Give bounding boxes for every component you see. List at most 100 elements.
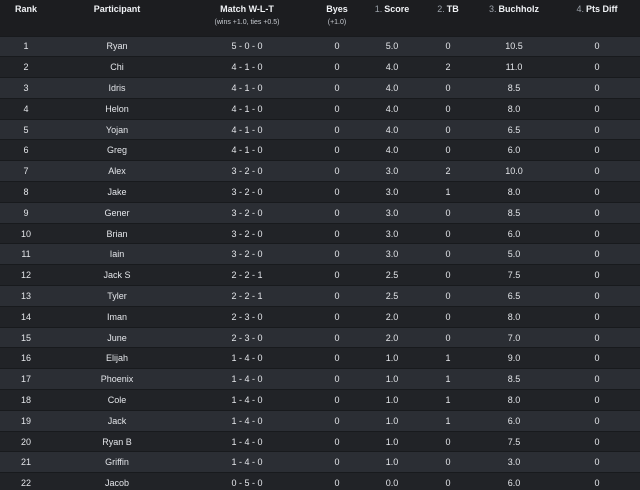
table-row: 17 Phoenix 1 - 4 - 0 0 1.0 1 8.5 0 <box>0 368 640 390</box>
participant-cell[interactable]: Yojan <box>52 118 182 140</box>
pts-diff-cell: 0 <box>554 56 640 78</box>
participant-cell[interactable]: Tyler <box>52 285 182 307</box>
participant-cell[interactable]: Iain <box>52 243 182 265</box>
table-row: 19 Jack 1 - 4 - 0 0 1.0 1 6.0 0 <box>0 409 640 432</box>
pts-diff-cell: 0 <box>554 181 640 203</box>
pts-diff-cell: 0 <box>554 409 640 432</box>
participant-cell[interactable]: Gener <box>52 201 182 224</box>
pts-diff-cell: 0 <box>554 285 640 307</box>
header-pts-diff-number: 4. <box>576 4 584 14</box>
byes-cell: 0 <box>312 472 362 490</box>
buchholz-cell: 8.0 <box>474 97 554 120</box>
header-match-subtitle: (wins +1.0, ties +0.5) <box>214 19 280 26</box>
buchholz-cell: 6.0 <box>474 409 554 432</box>
participant-cell[interactable]: Ryan <box>52 35 182 57</box>
pts-diff-cell: 0 <box>554 472 640 490</box>
participant-cell[interactable]: Griffin <box>52 451 182 473</box>
table-row: 14 Iman 2 - 3 - 0 0 2.0 0 8.0 0 <box>0 305 640 328</box>
participant-cell[interactable]: Jake <box>52 181 182 203</box>
match-record-cell: 3 - 2 - 0 <box>182 201 312 224</box>
table-row: 2 Chi 4 - 1 - 0 0 4.0 2 11.0 0 <box>0 56 640 78</box>
participant-cell[interactable]: Greg <box>52 139 182 161</box>
score-cell: 1.0 <box>362 368 422 390</box>
participant-cell[interactable]: Jack <box>52 409 182 432</box>
header-buchholz-number: 3. <box>488 4 497 14</box>
participant-cell[interactable]: Brian <box>52 222 182 244</box>
participant-cell[interactable]: Cole <box>52 389 182 411</box>
header-tb-number: 2. <box>437 4 445 14</box>
buchholz-cell: 7.5 <box>474 264 554 286</box>
tb-cell: 0 <box>422 305 474 328</box>
header-participant[interactable]: Participant <box>52 0 182 36</box>
rank-cell: 10 <box>0 222 52 244</box>
header-score[interactable]: 1. Score <box>362 0 422 36</box>
rank-cell: 20 <box>0 430 52 452</box>
participant-cell[interactable]: Iman <box>52 305 182 328</box>
header-buchholz[interactable]: 3. Buchholz <box>474 0 554 36</box>
table-row: 6 Greg 4 - 1 - 0 0 4.0 0 6.0 0 <box>0 139 640 161</box>
byes-cell: 0 <box>312 139 362 161</box>
tb-cell: 0 <box>422 451 474 473</box>
buchholz-cell: 6.0 <box>474 222 554 244</box>
score-cell: 3.0 <box>362 181 422 203</box>
score-cell: 4.0 <box>362 77 422 99</box>
participant-cell[interactable]: Alex <box>52 160 182 182</box>
header-match[interactable]: Match W-L-T (wins +1.0, ties +0.5) <box>182 0 312 36</box>
table-row: 16 Elijah 1 - 4 - 0 0 1.0 1 9.0 0 <box>0 347 640 369</box>
byes-cell: 0 <box>312 285 362 307</box>
tb-cell: 0 <box>422 222 474 244</box>
rank-cell: 15 <box>0 326 52 348</box>
rank-cell: 16 <box>0 347 52 369</box>
participant-cell[interactable]: Phoenix <box>52 368 182 390</box>
participant-cell[interactable]: June <box>52 326 182 348</box>
pts-diff-cell: 0 <box>554 368 640 390</box>
score-cell: 1.0 <box>362 451 422 473</box>
header-pts-diff[interactable]: 4. Pts Diff <box>554 0 640 36</box>
participant-cell[interactable]: Helon <box>52 97 182 120</box>
match-record-cell: 3 - 2 - 0 <box>182 243 312 265</box>
match-record-cell: 2 - 3 - 0 <box>182 326 312 348</box>
rank-cell: 12 <box>0 264 52 286</box>
header-rank[interactable]: Rank <box>0 0 52 36</box>
table-row: 9 Gener 3 - 2 - 0 0 3.0 0 8.5 0 <box>0 201 640 224</box>
buchholz-cell: 8.0 <box>474 389 554 411</box>
score-cell: 4.0 <box>362 118 422 140</box>
rank-cell: 7 <box>0 160 52 182</box>
match-record-cell: 1 - 4 - 0 <box>182 409 312 432</box>
pts-diff-cell: 0 <box>554 305 640 328</box>
score-cell: 5.0 <box>362 35 422 57</box>
byes-cell: 0 <box>312 451 362 473</box>
header-byes[interactable]: Byes (+1.0) <box>312 0 362 36</box>
participant-cell[interactable]: Ryan B <box>52 430 182 452</box>
buchholz-cell: 11.0 <box>474 56 554 78</box>
participant-cell[interactable]: Chi <box>52 56 182 78</box>
participant-cell[interactable]: Jack S <box>52 264 182 286</box>
participant-cell[interactable]: Elijah <box>52 347 182 369</box>
match-record-cell: 1 - 4 - 0 <box>182 347 312 369</box>
match-record-cell: 3 - 2 - 0 <box>182 222 312 244</box>
participant-cell[interactable]: Idris <box>52 77 182 99</box>
table-row: 18 Cole 1 - 4 - 0 0 1.0 1 8.0 0 <box>0 389 640 411</box>
match-record-cell: 1 - 4 - 0 <box>182 368 312 390</box>
table-row: 5 Yojan 4 - 1 - 0 0 4.0 0 6.5 0 <box>0 118 640 140</box>
byes-cell: 0 <box>312 35 362 57</box>
table-row: 4 Helon 4 - 1 - 0 0 4.0 0 8.0 0 <box>0 97 640 120</box>
byes-cell: 0 <box>312 409 362 432</box>
pts-diff-cell: 0 <box>554 35 640 57</box>
tb-cell: 0 <box>422 430 474 452</box>
buchholz-cell: 5.0 <box>474 243 554 265</box>
score-cell: 4.0 <box>362 139 422 161</box>
byes-cell: 0 <box>312 430 362 452</box>
header-tb[interactable]: 2. TB <box>422 0 474 36</box>
rank-cell: 6 <box>0 139 52 161</box>
pts-diff-cell: 0 <box>554 139 640 161</box>
match-record-cell: 4 - 1 - 0 <box>182 77 312 99</box>
participant-cell[interactable]: Jacob <box>52 472 182 490</box>
byes-cell: 0 <box>312 97 362 120</box>
pts-diff-cell: 0 <box>554 326 640 348</box>
score-cell: 3.0 <box>362 201 422 224</box>
rank-cell: 11 <box>0 243 52 265</box>
tb-cell: 0 <box>422 472 474 490</box>
score-cell: 0.0 <box>362 472 422 490</box>
score-cell: 2.5 <box>362 264 422 286</box>
